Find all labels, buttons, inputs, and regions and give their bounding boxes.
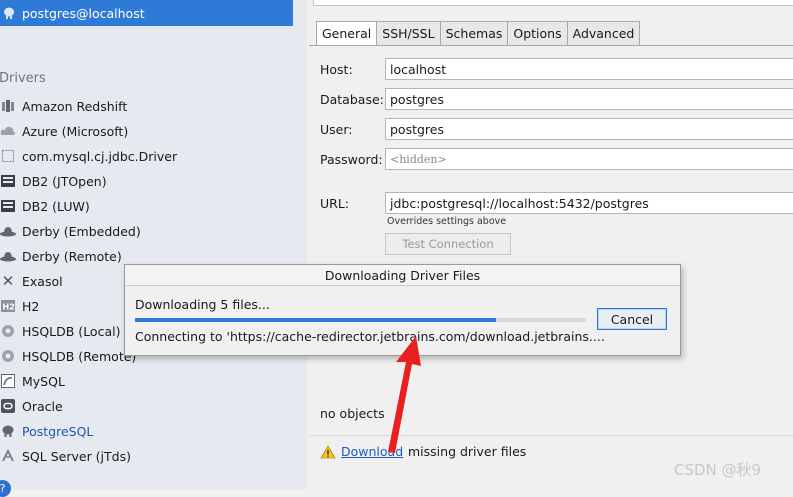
cloud-icon bbox=[0, 123, 16, 139]
host-field[interactable]: localhost bbox=[385, 58, 793, 80]
redshift-icon bbox=[0, 98, 16, 114]
driver-label: PostgreSQL bbox=[22, 423, 94, 439]
database-field[interactable]: postgres bbox=[385, 88, 793, 110]
driver-label: Derby (Remote) bbox=[22, 248, 122, 264]
selected-datasource-item[interactable]: postgres@localhost bbox=[0, 0, 293, 26]
driver-item-db2-luw[interactable]: DB2 (LUW) bbox=[0, 195, 90, 217]
h2-icon: H2 bbox=[0, 298, 16, 314]
driver-label: Derby (Embedded) bbox=[22, 223, 141, 239]
driver-label: H2 bbox=[22, 298, 40, 314]
watermark: CSDN @秋9 bbox=[674, 461, 762, 479]
sqlserver-icon bbox=[0, 448, 16, 464]
tab-panel-border bbox=[309, 45, 793, 46]
tab-advanced[interactable]: Advanced bbox=[567, 21, 641, 46]
no-objects-text: no objects bbox=[320, 406, 385, 421]
driver-item-postgresql[interactable]: PostgreSQL bbox=[0, 420, 93, 442]
database-label: Database: bbox=[320, 92, 384, 107]
driver-label: HSQLDB (Local) bbox=[22, 323, 121, 339]
user-label: User: bbox=[320, 122, 353, 137]
tab-general[interactable]: General bbox=[316, 21, 378, 46]
driver-item-mysql-cj[interactable]: com.mysql.cj.jdbc.Driver bbox=[0, 145, 177, 167]
driver-item-mysql[interactable]: MySQL bbox=[0, 370, 65, 392]
missing-driver-files-text: missing driver files bbox=[408, 444, 527, 459]
svg-text:H2: H2 bbox=[3, 303, 15, 312]
exasol-x-icon: ✕ bbox=[1, 272, 15, 290]
db2-icon bbox=[0, 173, 16, 189]
selected-datasource-label: postgres@localhost bbox=[22, 5, 145, 21]
driver-item-derby-embedded[interactable]: Derby (Embedded) bbox=[0, 220, 141, 242]
url-field[interactable]: jdbc:postgresql://localhost:5432/postgre… bbox=[385, 192, 793, 214]
driver-item-h2[interactable]: H2 H2 bbox=[0, 295, 39, 317]
password-label: Password: bbox=[320, 152, 383, 167]
driver-item-amazon-redshift[interactable]: Amazon Redshift bbox=[0, 95, 127, 117]
host-label: Host: bbox=[320, 62, 353, 77]
generic-driver-icon bbox=[0, 148, 16, 164]
db2-icon bbox=[0, 198, 16, 214]
driver-label: MySQL bbox=[22, 373, 65, 389]
dialog-title: Downloading Driver Files bbox=[125, 265, 680, 286]
driver-label: Azure (Microsoft) bbox=[22, 123, 129, 139]
tab-options[interactable]: Options bbox=[508, 21, 568, 46]
driver-label: com.mysql.cj.jdbc.Driver bbox=[22, 148, 178, 164]
driver-label: Oracle bbox=[22, 398, 63, 414]
driver-label: Amazon Redshift bbox=[22, 98, 128, 114]
settings-tabs: General SSH/SSL Schemas Options Advanced bbox=[316, 21, 641, 46]
tab-schemas[interactable]: Schemas bbox=[440, 21, 509, 46]
driver-item-hsqldb-remote[interactable]: HSQLDB (Remote) bbox=[0, 345, 136, 367]
driver-item-azure[interactable]: Azure (Microsoft) bbox=[0, 120, 128, 142]
tab-ssh-ssl[interactable]: SSH/SSL bbox=[377, 21, 441, 46]
test-connection-button[interactable]: Test Connection bbox=[385, 233, 511, 255]
postgresql-elephant-icon bbox=[2, 6, 16, 20]
download-driver-link[interactable]: Download bbox=[341, 444, 403, 459]
download-count-text: Downloading 5 files... bbox=[135, 297, 270, 312]
derby-hat-icon bbox=[0, 223, 16, 239]
download-status-text: Connecting to 'https://cache-redirector.… bbox=[135, 329, 605, 344]
driver-item-db2-jtopen[interactable]: DB2 (JTOpen) bbox=[0, 170, 107, 192]
warning-icon bbox=[320, 445, 336, 459]
driver-item-exasol[interactable]: ✕ Exasol bbox=[0, 270, 63, 292]
driver-item-sql-server-jtds[interactable]: SQL Server (jTds) bbox=[0, 445, 131, 467]
driver-item-hsqldb-local[interactable]: HSQLDB (Local) bbox=[0, 320, 120, 342]
oracle-icon bbox=[0, 398, 16, 414]
downloading-driver-files-dialog: Downloading Driver Files Downloading 5 f… bbox=[124, 264, 681, 356]
postgresql-elephant-icon bbox=[0, 423, 16, 439]
mysql-dolphin-icon bbox=[0, 373, 16, 389]
driver-label: SQL Server (jTds) bbox=[22, 448, 131, 464]
driver-item-derby-remote[interactable]: Derby (Remote) bbox=[0, 245, 122, 267]
password-field[interactable]: <hidden> bbox=[385, 148, 793, 170]
driver-label: DB2 (JTOpen) bbox=[22, 173, 107, 189]
name-field-bottom-edge bbox=[313, 0, 793, 6]
driver-label: HSQLDB (Remote) bbox=[22, 348, 137, 364]
driver-label: Exasol bbox=[22, 273, 63, 289]
driver-item-oracle[interactable]: Oracle bbox=[0, 395, 63, 417]
cancel-button[interactable]: Cancel bbox=[597, 308, 667, 330]
url-label: URL: bbox=[320, 196, 350, 211]
hsqldb-icon bbox=[0, 323, 16, 339]
user-field[interactable]: postgres bbox=[385, 118, 793, 140]
derby-hat-icon bbox=[0, 248, 16, 264]
hsqldb-icon bbox=[0, 348, 16, 364]
driver-label: DB2 (LUW) bbox=[22, 198, 90, 214]
url-hint: Overrides settings above bbox=[387, 216, 507, 227]
download-progress-fill bbox=[135, 318, 496, 322]
drivers-heading: Drivers bbox=[0, 71, 46, 86]
datasource-sidebar: postgres@localhost Drivers Amazon Redshi… bbox=[0, 0, 307, 497]
download-progress-bar bbox=[135, 318, 586, 322]
